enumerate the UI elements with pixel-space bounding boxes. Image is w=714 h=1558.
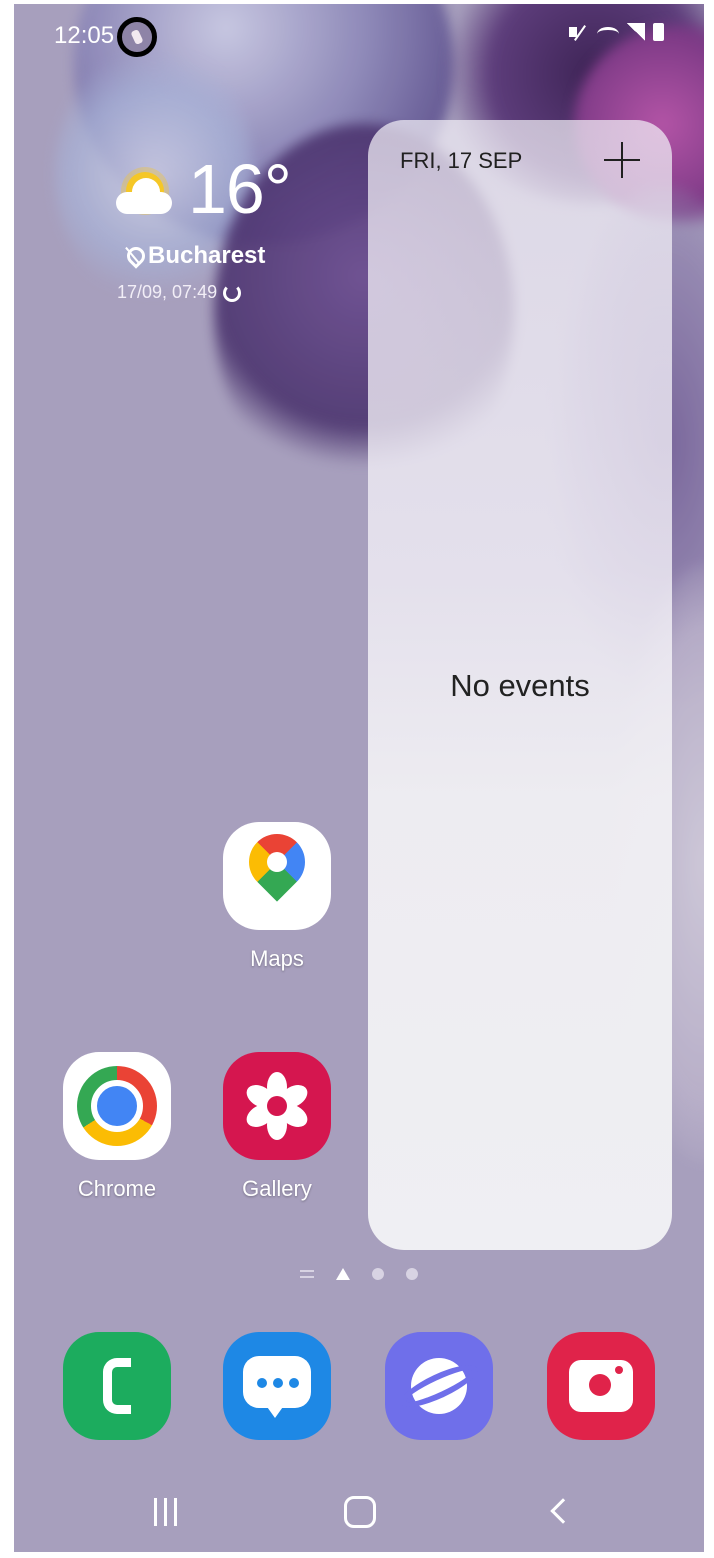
maps-icon[interactable] xyxy=(223,822,331,930)
phone-handset xyxy=(103,1358,131,1414)
calendar-widget[interactable]: FRI, 17 SEP No events xyxy=(368,120,672,1250)
weather-updated: 17/09, 07:49 xyxy=(117,282,242,303)
app-messages[interactable] xyxy=(222,1332,332,1440)
app-label: Maps xyxy=(250,946,304,971)
battery-icon xyxy=(653,23,664,41)
camera-icon[interactable] xyxy=(547,1332,655,1440)
app-internet[interactable] xyxy=(384,1332,494,1440)
refresh-icon[interactable] xyxy=(223,283,242,302)
location-name: Bucharest xyxy=(148,242,266,269)
home-icon[interactable] xyxy=(330,1492,390,1532)
camera-flash xyxy=(615,1366,623,1374)
app-chrome[interactable]: Chrome xyxy=(62,1052,172,1202)
status-icons xyxy=(569,22,664,42)
weather-location: Bucharest xyxy=(126,242,265,270)
app-notification-icon xyxy=(117,17,157,57)
chrome-center xyxy=(91,1080,143,1132)
internet-icon[interactable] xyxy=(385,1332,493,1440)
page-indicator-menu xyxy=(300,1270,314,1278)
camera-lens xyxy=(589,1374,611,1396)
status-bar[interactable]: 12:05 xyxy=(14,4,704,64)
weather-widget[interactable]: 16° Bucharest 17/09, 07:49 xyxy=(114,154,314,324)
chrome-icon[interactable] xyxy=(63,1052,171,1160)
recent-line xyxy=(174,1498,177,1526)
app-gallery[interactable]: Gallery xyxy=(222,1052,332,1202)
app-maps[interactable]: Maps xyxy=(222,822,332,972)
message-dot xyxy=(273,1378,283,1388)
page-indicator[interactable] xyxy=(300,1268,418,1280)
gallery-icon[interactable] xyxy=(223,1052,331,1160)
location-off-icon xyxy=(126,247,140,265)
page-indicator-dot xyxy=(406,1268,418,1280)
home-square xyxy=(344,1496,376,1528)
maps-pin-dot xyxy=(267,852,287,872)
wifi-icon xyxy=(597,27,619,41)
recent-apps-icon[interactable] xyxy=(136,1492,196,1532)
status-time: 12:05 xyxy=(54,22,115,49)
mute-icon xyxy=(569,22,589,42)
calendar-date: FRI, 17 SEP xyxy=(400,148,523,173)
plus-icon[interactable] xyxy=(604,142,640,178)
calendar-empty-text: No events xyxy=(450,668,590,703)
recent-line xyxy=(164,1498,167,1526)
app-label: Gallery xyxy=(242,1176,312,1201)
back-icon[interactable] xyxy=(532,1492,592,1532)
home-screen: 12:05 16° Bucharest 17/09, 07:49 FRI, 17… xyxy=(14,4,704,1552)
page-indicator-dot xyxy=(372,1268,384,1280)
app-label: Chrome xyxy=(77,1176,157,1201)
recent-line xyxy=(154,1498,157,1526)
message-dot xyxy=(257,1378,267,1388)
app-camera[interactable] xyxy=(546,1332,656,1440)
page-indicator-home xyxy=(336,1268,350,1280)
app-phone[interactable] xyxy=(62,1332,172,1440)
back-chevron xyxy=(550,1498,576,1524)
updated-time: 17/09, 07:49 xyxy=(117,282,218,302)
phone-icon[interactable] xyxy=(63,1332,171,1440)
temperature: 16° xyxy=(188,150,292,228)
navigation-bar xyxy=(14,1464,704,1552)
signal-icon xyxy=(627,23,645,41)
message-dot xyxy=(289,1378,299,1388)
gallery-core xyxy=(267,1096,287,1116)
cloud-icon xyxy=(116,178,172,214)
messages-icon[interactable] xyxy=(223,1332,331,1440)
